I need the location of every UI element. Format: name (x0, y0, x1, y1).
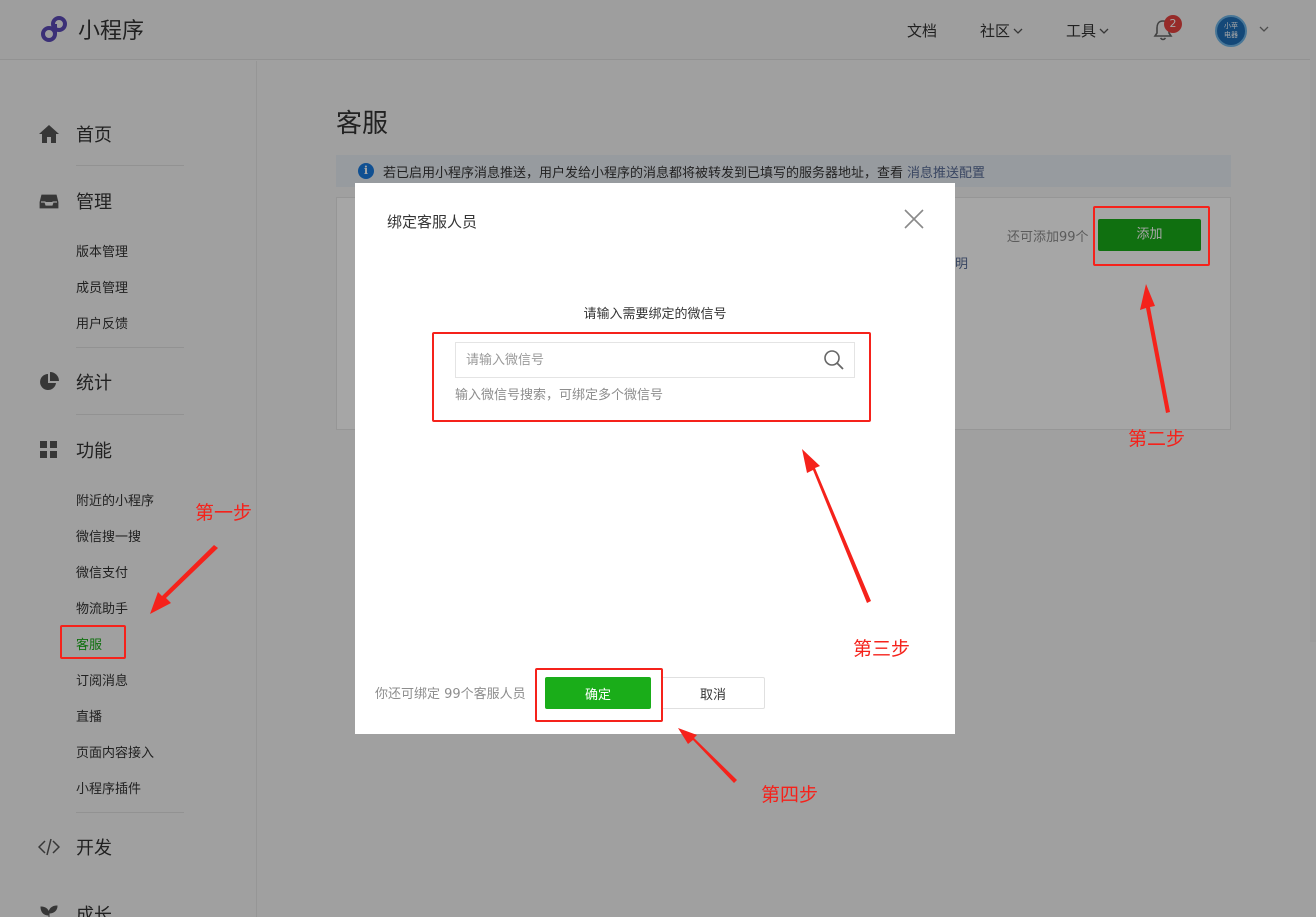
annotation-step4: 第四步 (761, 784, 819, 806)
close-icon[interactable] (903, 208, 925, 230)
annotation-step1: 第一步 (195, 502, 253, 524)
annotation-box-search (432, 332, 871, 422)
bind-remain-text: 你还可绑定 99个客服人员 (375, 687, 526, 702)
cancel-button[interactable]: 取消 (661, 677, 765, 709)
wechat-id-field-label: 请输入需要绑定的微信号 (583, 307, 727, 322)
dialog-title: 绑定客服人员 (387, 213, 478, 231)
annotation-step2: 第二步 (1128, 428, 1186, 450)
annotation-box-add-button (1093, 206, 1210, 266)
annotation-box-customer-service (60, 625, 126, 659)
annotation-step3: 第三步 (853, 638, 911, 660)
annotation-box-confirm (535, 668, 663, 722)
